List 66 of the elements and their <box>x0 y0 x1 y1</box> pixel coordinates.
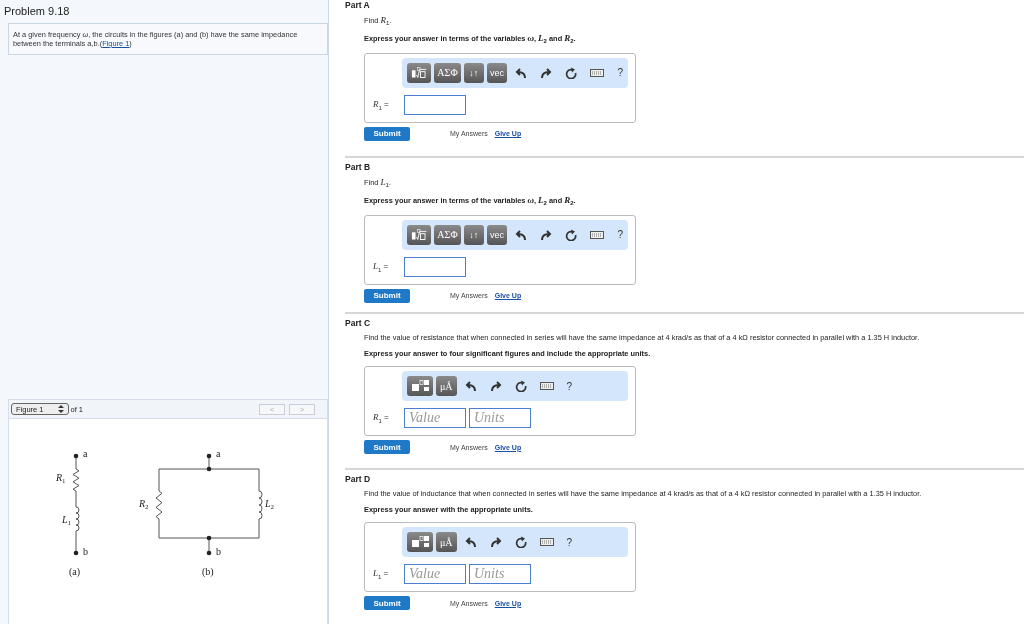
redo-icon[interactable] <box>540 228 553 241</box>
help-button[interactable]: ? <box>561 532 578 552</box>
answer-field[interactable] <box>404 94 466 115</box>
toolbar-button[interactable]: ↓↑ <box>463 62 484 83</box>
circuit-label: b <box>83 547 88 557</box>
undo-icon[interactable] <box>464 380 477 392</box>
keyboard-icon[interactable] <box>539 536 554 548</box>
part-title: Part A <box>345 0 371 10</box>
undo-icon[interactable] <box>515 66 528 79</box>
symbols-button[interactable]: ΑΣΦ <box>434 62 461 83</box>
help-button[interactable]: ? <box>612 224 628 245</box>
answer-label: R$_{1}$ = <box>373 412 390 424</box>
circuit-label: b <box>216 547 221 557</box>
submit-button[interactable]: Submit <box>364 596 410 610</box>
toolbar-button[interactable]: vec <box>486 62 508 83</box>
submit-button[interactable]: Submit <box>364 288 410 303</box>
redo-icon[interactable] <box>489 536 502 548</box>
template-button[interactable] <box>407 62 432 83</box>
reset-icon[interactable] <box>565 66 578 79</box>
redo-icon[interactable] <box>489 380 502 392</box>
part-title: Part D <box>345 474 372 484</box>
circuit-label: (a) <box>69 567 81 577</box>
symbols-button[interactable]: ΑΣΦ <box>434 224 461 245</box>
symbols-button[interactable]: μÅ <box>436 376 457 396</box>
circuit-label: a <box>216 449 221 459</box>
reset-icon[interactable] <box>514 536 527 548</box>
units-field[interactable]: Units <box>469 564 531 584</box>
template-button[interactable] <box>407 532 433 552</box>
template-button[interactable] <box>407 224 432 245</box>
box-template-icon <box>411 380 429 392</box>
problem-title: Problem 9.18 <box>4 4 71 19</box>
circuit-label: L$_{2}$ <box>265 499 275 509</box>
circuit-label: a <box>83 449 88 459</box>
submit-button[interactable]: Submit <box>364 126 410 141</box>
toolbar-button[interactable]: ↓↑ <box>463 224 484 245</box>
template-button[interactable] <box>407 376 433 396</box>
part-title: Part C <box>345 318 372 328</box>
circuit-label: (b) <box>202 567 214 577</box>
keyboard-icon[interactable] <box>590 228 605 241</box>
toolbar-button[interactable]: vec <box>486 224 508 245</box>
answer-label: L$_{1}$ = <box>373 568 390 580</box>
help-button[interactable]: ? <box>612 62 628 83</box>
undo-icon[interactable] <box>515 228 528 241</box>
symbols-button[interactable]: μÅ <box>436 532 457 552</box>
circuit-label: L$_{1}$ <box>62 515 72 525</box>
circuit-label: R$_{2}$ <box>139 499 149 509</box>
help-button[interactable]: ? <box>561 376 578 396</box>
keyboard-icon[interactable] <box>539 380 554 392</box>
box-template-icon <box>411 536 429 548</box>
answer-label: R$_{1}$ = <box>373 99 390 111</box>
part-title: Part B <box>345 162 372 172</box>
circuit-label: R$_{1}$ <box>56 473 66 483</box>
answer-label: L$_{1}$ = <box>373 261 390 273</box>
units-field[interactable]: Units <box>469 408 531 428</box>
value-field[interactable]: Value <box>404 408 466 428</box>
stepper-icon <box>57 405 64 413</box>
keyboard-icon[interactable] <box>590 66 605 79</box>
reset-icon[interactable] <box>565 228 578 241</box>
reset-icon[interactable] <box>514 380 527 392</box>
redo-icon[interactable] <box>540 66 553 79</box>
value-field[interactable]: Value <box>404 564 466 584</box>
answer-field[interactable] <box>404 256 466 277</box>
undo-icon[interactable] <box>464 536 477 548</box>
radical-template-icon <box>411 228 428 241</box>
radical-template-icon <box>411 66 428 79</box>
submit-button[interactable]: Submit <box>364 440 410 454</box>
